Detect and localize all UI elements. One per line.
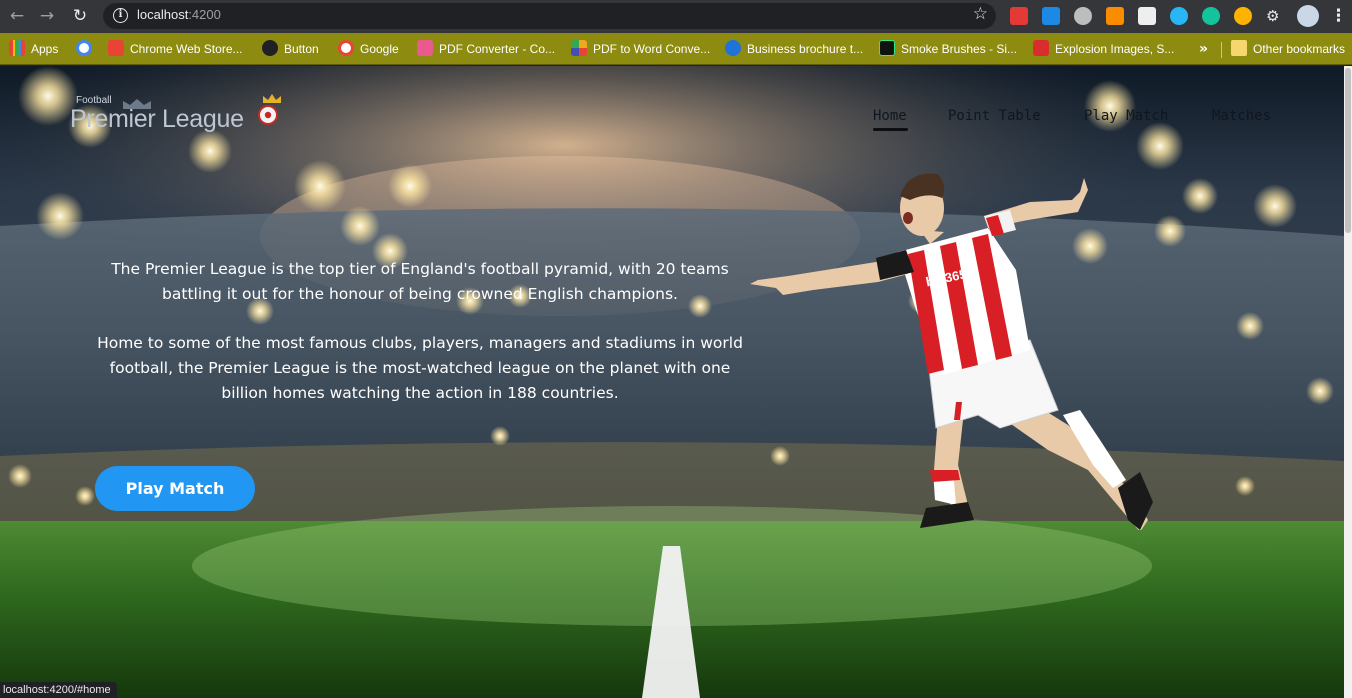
extension-translate-icon[interactable] — [1042, 7, 1060, 25]
nav-matches[interactable]: Matches — [1212, 108, 1271, 124]
logo-main-text: Premier League — [70, 105, 244, 133]
globe-icon — [262, 40, 278, 57]
nav-point-table[interactable]: Point Table — [948, 108, 1041, 124]
intro-text: The Premier League is the top tier of En… — [95, 257, 745, 406]
bookmarks-overflow-chevron-icon[interactable]: » — [1199, 40, 1208, 58]
browser-menu-icon[interactable]: ⋮ — [1330, 5, 1347, 27]
address-bar[interactable]: i localhost:4200 ☆ — [103, 3, 996, 29]
extensions-puzzle-icon[interactable]: ⚙ — [1266, 7, 1284, 25]
extension-grammarly-icon[interactable] — [1202, 7, 1220, 25]
stadium-background: Football Premier League Home Point Table… — [0, 66, 1344, 698]
bookmark-star-icon[interactable]: ☆ — [973, 4, 988, 24]
google-icon — [76, 40, 92, 57]
extension-cube-icon[interactable] — [1138, 7, 1156, 25]
nav-active-indicator — [873, 128, 908, 131]
brochure-icon — [725, 40, 741, 57]
bookmark-other-bookmarks[interactable]: Other bookmarks — [1231, 40, 1345, 58]
bookmark-pdf-converter[interactable]: PDF Converter - Co... — [417, 40, 555, 58]
logo-ball-crown-icon — [258, 94, 281, 125]
extension-owl-icon[interactable] — [1234, 7, 1252, 25]
scrollbar-thumb[interactable] — [1345, 68, 1351, 233]
google-icon — [338, 40, 354, 57]
address-url[interactable]: localhost:4200 — [137, 7, 221, 22]
bookmark-smoke-brushes[interactable]: Smoke Brushes - Si... — [879, 40, 1017, 58]
nav-play-match[interactable]: Play Match — [1084, 108, 1168, 124]
extension-pdf-icon[interactable] — [1010, 7, 1028, 25]
extension-swirl-icon[interactable] — [1170, 7, 1188, 25]
brushes-icon — [879, 40, 895, 57]
play-match-button[interactable]: Play Match — [95, 466, 255, 511]
bookmarks-bar: Apps Chrome Web Store... Button Google P… — [0, 33, 1352, 65]
page-scrollbar[interactable] — [1344, 66, 1352, 698]
bookmark-google-g[interactable] — [76, 40, 98, 58]
browser-toolbar: ← → ↻ i localhost:4200 ☆ ⚙ ⋮ — [0, 0, 1352, 33]
back-button[interactable]: ← — [5, 5, 29, 27]
forward-button[interactable]: → — [35, 5, 59, 27]
footballer-illustration: bet365 — [750, 173, 1153, 530]
bookmark-explosion-images[interactable]: Explosion Images, S... — [1033, 40, 1174, 58]
extension-chart-icon[interactable] — [1106, 7, 1124, 25]
bookmark-button[interactable]: Button — [262, 40, 319, 58]
apps-grid-icon — [9, 40, 25, 57]
extension-compass-icon[interactable] — [1074, 7, 1092, 25]
site-info-icon[interactable]: i — [113, 8, 128, 23]
profile-avatar[interactable] — [1297, 5, 1319, 27]
bookmarks-divider — [1221, 42, 1222, 58]
pdf-to-word-icon — [571, 40, 587, 57]
bookmark-google[interactable]: Google — [338, 40, 399, 58]
intro-paragraph-2: Home to some of the most famous clubs, p… — [97, 334, 743, 402]
bookmark-chrome-web-store[interactable]: Chrome Web Store... — [108, 40, 243, 58]
bookmark-business-brochure[interactable]: Business brochure t... — [725, 40, 863, 58]
nav-home[interactable]: Home — [873, 108, 907, 124]
status-bar-url: localhost:4200/#home — [0, 682, 117, 698]
folder-icon — [1231, 40, 1247, 57]
bookmark-apps[interactable]: Apps — [9, 40, 58, 58]
web-store-icon — [108, 40, 124, 57]
intro-paragraph-1: The Premier League is the top tier of En… — [111, 260, 729, 303]
page-viewport: Football Premier League Home Point Table… — [0, 66, 1352, 698]
reload-button[interactable]: ↻ — [68, 5, 92, 27]
bookmark-pdf-to-word[interactable]: PDF to Word Conve... — [571, 40, 710, 58]
pdf-converter-icon — [417, 40, 433, 57]
explosion-icon — [1033, 40, 1049, 57]
